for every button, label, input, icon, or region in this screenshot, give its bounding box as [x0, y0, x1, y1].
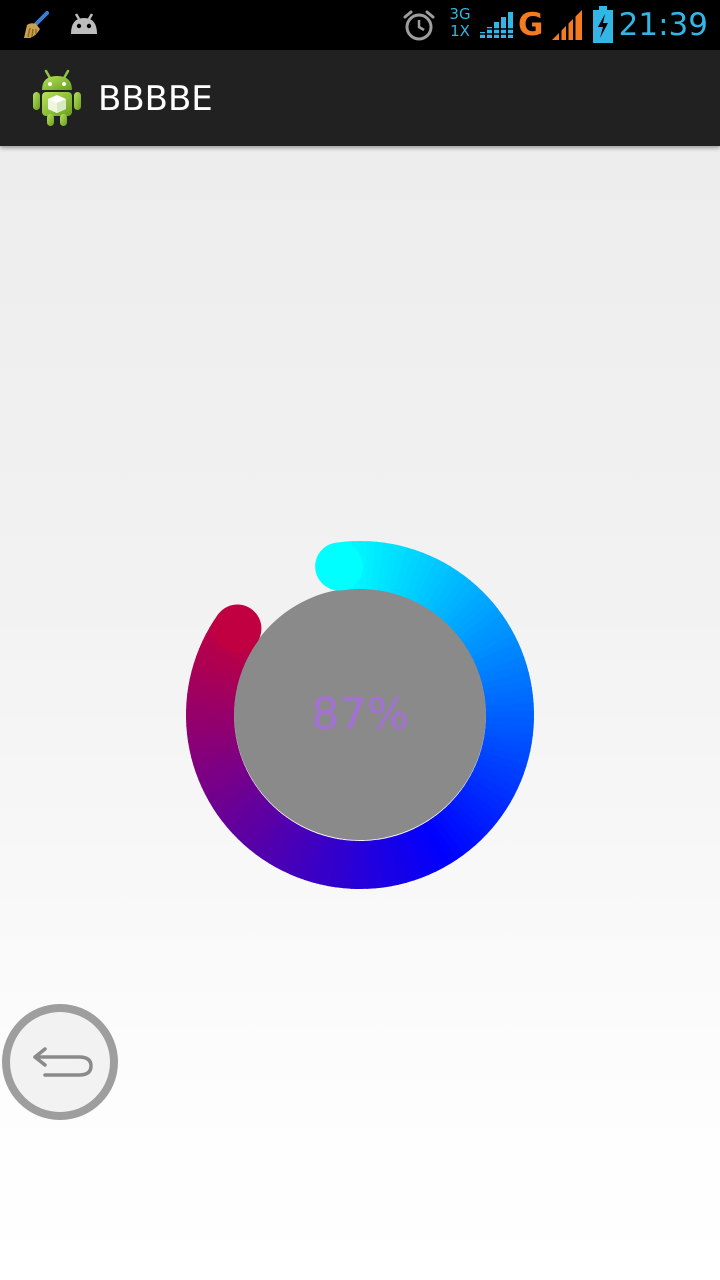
signal-bars-icon	[480, 12, 513, 38]
status-bar: 3G 1X G 21:39	[0, 0, 720, 50]
app-title: BBBBE	[98, 79, 213, 119]
floating-back-button[interactable]	[1, 1003, 119, 1121]
progress-percentage: 87%	[311, 689, 409, 740]
progress-cap-end	[213, 604, 262, 653]
android-debug-icon	[71, 13, 97, 34]
network-type-label: 3G 1X	[448, 6, 472, 40]
network-type-top: 3G	[449, 5, 471, 23]
mobile-signal-icon	[552, 10, 582, 40]
action-bar: BBBBE	[0, 50, 720, 146]
android-app-icon[interactable]	[30, 68, 84, 128]
screen: 3G 1X G 21:39 BBBBE 87%	[0, 0, 720, 1280]
network-type-bottom: 1X	[450, 22, 470, 40]
progress-cap-start	[315, 542, 364, 591]
alarm-clock-icon	[403, 10, 435, 41]
data-type-letter: G	[518, 7, 544, 43]
cleaner-broom-icon	[24, 11, 49, 38]
status-time: 21:39	[618, 7, 708, 43]
battery-charging-icon	[593, 6, 613, 43]
